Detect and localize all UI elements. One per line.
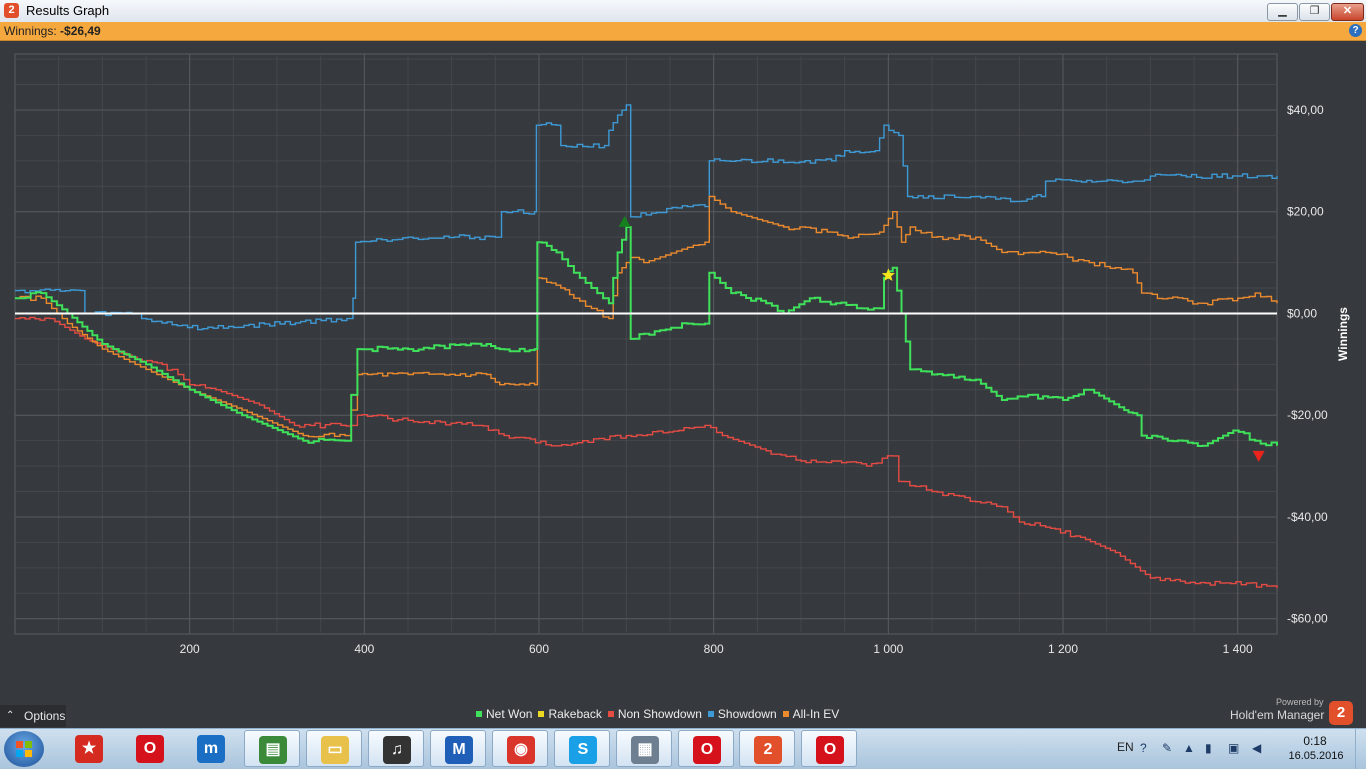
winnings-bar: Winnings: -$26,49 ? [0, 22, 1366, 41]
x-tick-label: 1 200 [1048, 642, 1078, 656]
legend-swatch [607, 711, 614, 717]
taskbar-app-chrome[interactable]: ◉ [492, 730, 548, 767]
taskbar: ★ Om ▤ ▭ ♫ M ◉ S ▦ O 2 O EN ? ✎ ▲ ▮ ▣ ◀ 0:18 16.05.… [0, 728, 1366, 769]
taskbar-app-malwarebytes[interactable]: M [430, 730, 486, 767]
legend-label: Rakeback [548, 707, 602, 721]
x-tick-label: 1 000 [873, 642, 903, 656]
taskbar-app-opera-red[interactable]: O [678, 730, 734, 767]
y-tick-label: $40,00 [1287, 103, 1324, 117]
y-tick-label: -$20,00 [1287, 408, 1328, 422]
taskbar-app-maxthon[interactable]: m [183, 730, 239, 767]
legend-label: All-In EV [792, 707, 840, 721]
clock-date[interactable]: 16.05.2016 [1284, 750, 1348, 762]
taskbar-app-skype[interactable]: S [554, 730, 610, 767]
legend-swatch [782, 711, 789, 717]
chart-legend: Net Won Rakeback Non Showdown Showdown All-I… [476, 707, 845, 721]
powered-by-label: Powered by [1276, 697, 1324, 707]
x-tick-label: 1 400 [1223, 642, 1253, 656]
holdem-manager-logo: 2 [1329, 701, 1353, 725]
legend-item[interactable]: Rakeback [538, 707, 602, 721]
x-tick-label: 800 [704, 642, 724, 656]
opera-red-icon: O [693, 736, 721, 764]
show-desktop-button[interactable] [1355, 729, 1366, 769]
start-button[interactable] [4, 731, 44, 767]
malwarebytes-icon: M [445, 736, 473, 764]
x-tick-label: 600 [529, 642, 549, 656]
taskbar-app-holdem-manager[interactable]: 2 [739, 730, 795, 767]
y-tick-label: $0,00 [1287, 306, 1317, 320]
legend-label: Non Showdown [617, 707, 702, 721]
help-tray-icon[interactable]: ? [1140, 741, 1147, 755]
help-icon[interactable]: ? [1349, 24, 1362, 37]
language-indicator[interactable]: EN [1117, 740, 1134, 754]
app-logo-icon: 2 [4, 3, 19, 18]
legend-item[interactable]: All-In EV [782, 707, 840, 721]
y-axis-title: Winnings [1336, 307, 1350, 361]
winnings-summary: Winnings: -$26,49 [4, 24, 101, 38]
chevron-up-icon: ⌃ [6, 710, 15, 721]
maximize-button[interactable]: ❐ [1299, 3, 1330, 21]
title-bar: 2 Results Graph ▁ ❐ ✕ [0, 0, 1366, 23]
results-chart: 200 400 600 800 1 000 1 200 1 400 $40,00 $20,00 $… [14, 53, 1350, 656]
windows-logo-icon [16, 741, 32, 757]
legend-label: Net Won [486, 707, 533, 721]
power-icon[interactable]: ▣ [1228, 741, 1239, 755]
skype-icon: S [569, 736, 597, 764]
maxthon-icon: m [197, 735, 225, 763]
options-button[interactable]: ⌃ Options [0, 705, 66, 727]
close-button[interactable]: ✕ [1331, 3, 1364, 21]
opera-icon: O [136, 735, 164, 763]
taskbar-app-headphones[interactable]: ♫ [368, 730, 424, 767]
legend-item[interactable]: Non Showdown [607, 707, 702, 721]
calculator-icon: ▦ [631, 736, 659, 764]
legend-item[interactable]: Net Won [476, 707, 532, 721]
legend-swatch [476, 711, 482, 717]
opera-2-icon: O [816, 736, 844, 764]
taskbar-app-file-explorer[interactable]: ▭ [306, 730, 362, 767]
taskbar-app-pokerstars[interactable]: ★ [61, 730, 117, 767]
pen-tray-icon[interactable]: ✎ [1162, 741, 1172, 755]
taskbar-app-opera-2[interactable]: O [801, 730, 857, 767]
winnings-value: -$26,49 [60, 24, 101, 38]
chrome-icon: ◉ [507, 736, 535, 764]
clock-time[interactable]: 0:18 [1290, 734, 1340, 748]
taskbar-app-task-monitor[interactable]: ▤ [244, 730, 300, 767]
brand-name: Hold'em Manager [1230, 708, 1325, 722]
y-tick-label: -$40,00 [1287, 510, 1328, 524]
network-icon[interactable]: ▮ [1205, 741, 1212, 755]
legend-item[interactable]: Showdown [707, 707, 777, 721]
legend-label: Showdown [717, 707, 777, 721]
legend-swatch [538, 711, 545, 717]
x-tick-label: 200 [180, 642, 200, 656]
options-label: Options [24, 709, 66, 723]
legend-swatch [707, 711, 714, 717]
holdem-manager-icon: 2 [754, 736, 782, 764]
taskbar-app-opera[interactable]: O [122, 730, 178, 767]
task-monitor-icon: ▤ [259, 736, 287, 764]
show-hidden-icons-icon[interactable]: ▲ [1183, 741, 1195, 755]
x-tick-label: 400 [354, 642, 374, 656]
file-explorer-icon: ▭ [321, 736, 349, 764]
pokerstars-icon: ★ [75, 735, 103, 763]
headphones-icon: ♫ [383, 736, 411, 764]
plot-area [14, 53, 1278, 635]
volume-icon[interactable]: ◀ [1252, 741, 1261, 755]
window-title: Results Graph [26, 3, 110, 18]
y-tick-label: -$60,00 [1287, 612, 1328, 626]
taskbar-app-calculator[interactable]: ▦ [616, 730, 672, 767]
minimize-button[interactable]: ▁ [1267, 3, 1298, 21]
winnings-label: Winnings: [4, 24, 61, 38]
y-tick-label: $20,00 [1287, 205, 1324, 219]
